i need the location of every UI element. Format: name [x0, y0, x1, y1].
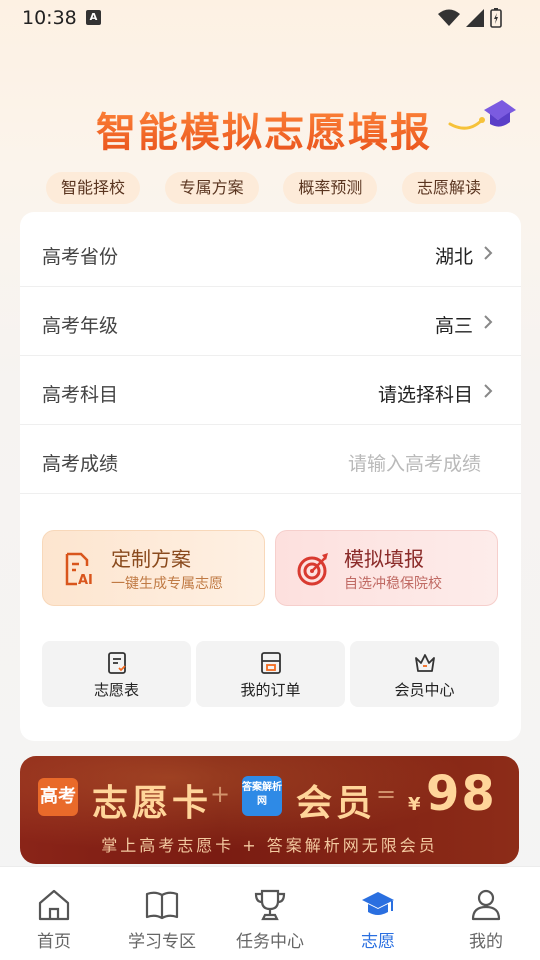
nav-profile-label: 我的 — [469, 932, 503, 952]
simulate-fill-subtitle: 自选冲稳保院校 — [344, 576, 442, 592]
banner-equals: = — [376, 780, 397, 808]
volunteer-list-button[interactable]: 志愿表 — [42, 641, 191, 707]
home-icon — [38, 889, 70, 921]
nav-tasks[interactable]: 任务中心 — [216, 867, 324, 960]
nav-tasks-label: 任务中心 — [236, 932, 304, 952]
order-icon — [261, 652, 281, 674]
status-bar: 10:38 A — [0, 0, 540, 36]
member-center-label: 会员中心 — [394, 681, 455, 699]
target-icon — [297, 553, 328, 586]
subject-row[interactable]: 高考科目 请选择科目 — [20, 356, 521, 425]
main-form-card: 高考省份 湖北 高考年级 高三 高考科目 请选择科目 高考成绩 请输入高考成绩 … — [20, 212, 521, 741]
gaokao-logo: 高考 — [38, 778, 78, 816]
notification-a-icon: A — [86, 10, 101, 25]
banner-price: 98 — [426, 766, 497, 822]
subject-value: 请选择科目 — [377, 384, 473, 406]
status-icons — [438, 8, 502, 28]
book-icon — [145, 891, 179, 920]
banner-member: 会员 — [296, 783, 377, 824]
score-input[interactable]: 请输入高考成绩 — [348, 449, 481, 476]
nav-volunteer-label: 志愿 — [361, 932, 395, 952]
grade-label: 高考年级 — [42, 315, 119, 337]
svg-text:AI: AI — [78, 573, 93, 587]
score-label: 高考成绩 — [42, 453, 119, 475]
province-row[interactable]: 高考省份 湖北 — [20, 218, 521, 287]
custom-plan-subtitle: 一键生成专属志愿 — [111, 576, 223, 592]
chevron-right-icon — [484, 246, 493, 260]
volunteer-list-label: 志愿表 — [93, 681, 139, 699]
bottom-nav: 首页 学习专区 任务中心 志愿 我的 — [0, 866, 540, 960]
feature-tags: 智能择校 专属方案 概率预测 志愿解读 — [46, 172, 496, 204]
nav-profile[interactable]: 我的 — [432, 867, 540, 960]
banner-subtitle: 掌上高考志愿卡 + 答案解析网无限会员 — [101, 836, 438, 855]
simulate-fill-button[interactable]: 模拟填报 自选冲稳保院校 — [275, 530, 498, 606]
province-label: 高考省份 — [42, 246, 119, 268]
my-orders-button[interactable]: 我的订单 — [196, 641, 345, 707]
trophy-icon — [254, 889, 286, 921]
custom-plan-title: 定制方案 — [111, 547, 191, 571]
feature-tag-probability[interactable]: 概率预测 — [283, 172, 378, 204]
graduation-cap-decoration-icon — [448, 100, 516, 130]
chevron-right-icon — [484, 315, 493, 329]
user-icon — [471, 889, 501, 921]
grade-row[interactable]: 高考年级 高三 — [20, 287, 521, 356]
feature-tag-interpretation[interactable]: 志愿解读 — [401, 172, 496, 204]
wifi-icon — [438, 9, 460, 26]
score-row: 高考成绩 请输入高考成绩 — [20, 425, 521, 494]
my-orders-label: 我的订单 — [240, 681, 301, 699]
nav-study-label: 学习专区 — [128, 932, 196, 952]
grade-value: 高三 — [434, 315, 473, 337]
simulate-fill-title: 模拟填报 — [344, 547, 424, 571]
answer-site-logo: 答案解析网 — [242, 776, 282, 816]
custom-plan-button[interactable]: AI 定制方案 一键生成专属志愿 — [42, 530, 265, 606]
feature-tag-exclusive-plan[interactable]: 专属方案 — [164, 172, 259, 204]
crown-icon — [415, 654, 435, 672]
chevron-right-icon — [484, 384, 493, 398]
volunteer-list-icon — [108, 652, 126, 674]
nav-home-label: 首页 — [37, 932, 71, 952]
nav-volunteer[interactable]: 志愿 — [324, 867, 432, 960]
membership-banner[interactable]: 高考 志愿卡 + 答案解析网 会员 = ¥ 98 掌上高考志愿卡 + 答案解析网… — [20, 756, 519, 864]
battery-icon — [490, 8, 502, 28]
ai-document-icon: AI — [65, 552, 93, 587]
member-center-button[interactable]: 会员中心 — [350, 641, 499, 707]
province-value: 湖北 — [434, 246, 473, 268]
graduation-cap-icon — [362, 892, 394, 915]
nav-home[interactable]: 首页 — [0, 867, 108, 960]
subject-label: 高考科目 — [42, 384, 119, 406]
signal-icon — [466, 9, 484, 27]
hero-title: 智能模拟志愿填报 — [96, 100, 432, 158]
banner-volunteer-card: 志愿卡 — [92, 783, 213, 824]
status-time: 10:38 — [22, 7, 77, 29]
nav-study[interactable]: 学习专区 — [108, 867, 216, 960]
banner-currency: ¥ — [408, 794, 421, 815]
banner-plus: + — [210, 780, 231, 808]
feature-tag-smart-school[interactable]: 智能择校 — [46, 172, 141, 204]
